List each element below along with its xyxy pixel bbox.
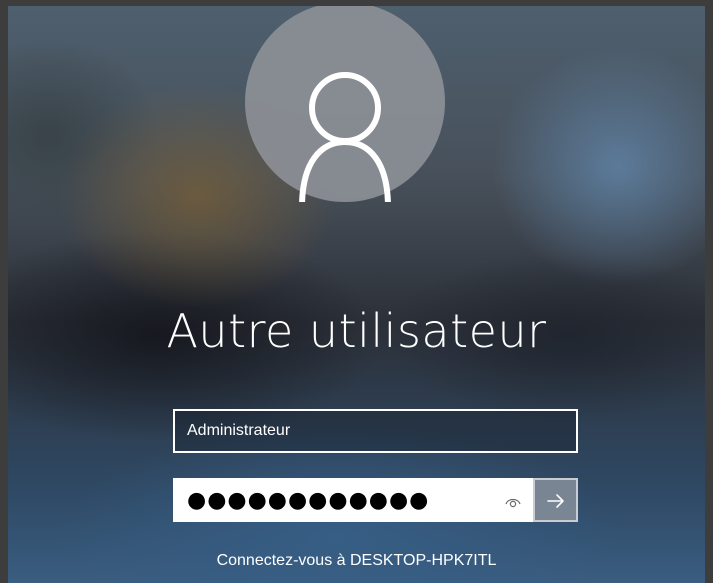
user-avatar xyxy=(245,6,445,202)
connect-to-machine-text: Connectez-vous à DESKTOP-HPK7ITL xyxy=(216,552,497,569)
lock-screen-background: Autre utilisateur ●●●●●●●●●●●● Connectez… xyxy=(8,6,705,583)
user-display-name: Autre utilisateur xyxy=(166,304,547,358)
arrow-right-icon xyxy=(547,494,564,508)
window-frame: Autre utilisateur ●●●●●●●●●●●● Connectez… xyxy=(0,0,713,583)
password-field[interactable]: ●●●●●●●●●●●● xyxy=(173,478,533,522)
password-mask: ●●●●●●●●●●●● xyxy=(187,488,430,513)
username-field[interactable] xyxy=(173,409,578,453)
user-silhouette-icon xyxy=(299,72,391,202)
eye-icon[interactable] xyxy=(503,492,523,512)
submit-button[interactable] xyxy=(533,478,578,522)
password-row: ●●●●●●●●●●●● xyxy=(173,478,578,522)
